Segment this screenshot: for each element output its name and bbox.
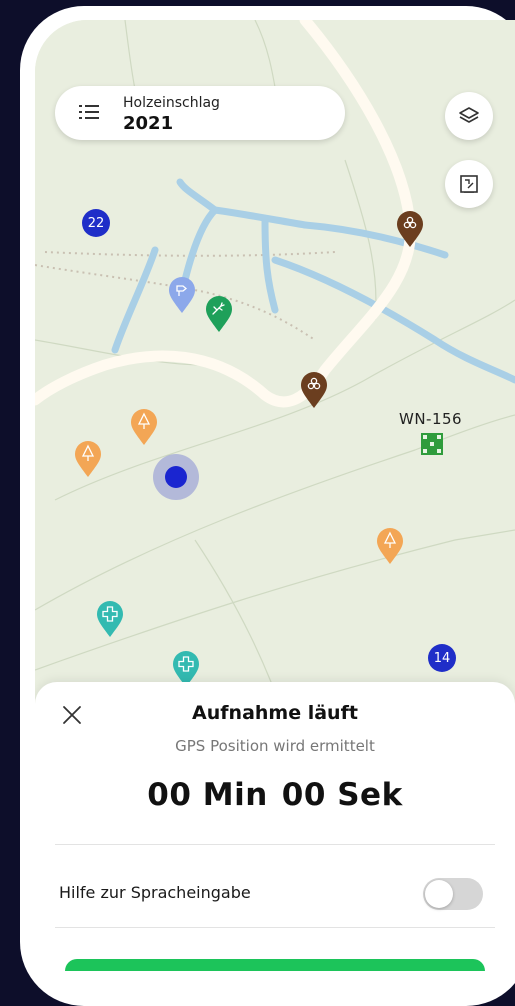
app-screen: Holzeinschlag 2021 22 14 WN-156 Aufnahme… [35,20,515,971]
wood-pile-pin[interactable] [396,210,424,248]
divider [55,927,495,928]
primary-action-button[interactable] [65,959,485,971]
sheet-title: Aufnahme läuft [192,702,358,724]
timer-minutes: 00 Min [147,777,268,813]
recording-sheet: Aufnahme läuft GPS Position wird ermitte… [35,682,515,971]
map-area-icon [460,175,478,193]
layer-name: Holzeinschlag [123,95,220,111]
toggle-knob [425,880,453,908]
voice-help-toggle[interactable] [423,878,483,910]
stand-label: WN-156 [399,410,463,428]
list-icon [79,105,99,119]
recording-timer: 00 Min 00 Sek [35,777,515,813]
tree-pin[interactable] [74,440,102,478]
stand-marker-icon[interactable] [421,433,443,455]
cluster-badge[interactable]: 22 [82,209,110,237]
layer-selector[interactable]: Holzeinschlag 2021 [55,86,345,140]
layers-button[interactable] [445,92,493,140]
divider [55,844,495,845]
map-area-button[interactable] [445,160,493,208]
wood-pile-pin[interactable] [300,371,328,409]
gps-status: GPS Position wird ermittelt [175,737,375,755]
tree-pin[interactable] [376,527,404,565]
tree-pin[interactable] [130,408,158,446]
timer-seconds: 00 Sek [281,777,403,813]
deer-pin[interactable] [205,295,233,333]
first-aid-pin[interactable] [96,600,124,638]
layers-icon [459,107,479,123]
voice-help-label: Hilfe zur Spracheingabe [59,883,251,902]
cluster-badge[interactable]: 14 [428,644,456,672]
layer-year: 2021 [123,113,174,134]
sign-pin[interactable] [168,276,196,314]
current-location-dot [165,466,187,488]
